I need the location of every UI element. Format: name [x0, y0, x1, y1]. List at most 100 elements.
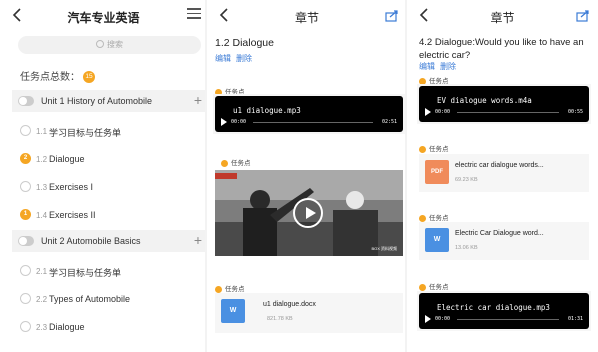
edit-link[interactable]: 编辑 — [215, 54, 231, 63]
status-circle-icon — [20, 181, 31, 192]
add-icon[interactable]: + — [194, 232, 202, 248]
chapter-heading: 1.2 Dialogue — [215, 37, 274, 49]
search-input[interactable]: 搜索 — [18, 36, 201, 54]
section-label: 学习目标与任务单 — [49, 268, 122, 278]
task-point-text: 任务点 — [231, 160, 251, 167]
section-number: 1.3 — [36, 183, 48, 192]
task-point-text: 任务点 — [429, 215, 449, 222]
task-badge-icon: 1 — [20, 209, 31, 220]
delete-link[interactable]: 删除 — [440, 62, 456, 71]
task-point-label: 任务点 — [215, 283, 245, 293]
status-circle-icon — [20, 293, 31, 304]
audio-player[interactable]: EV dialogue words.m4a 00:00 00:55 — [419, 86, 589, 122]
header: 章节 — [207, 0, 407, 32]
file-name: u1 dialogue.docx — [263, 301, 316, 308]
status-circle-icon — [20, 125, 31, 136]
audio-progress-bar[interactable] — [457, 111, 559, 113]
audio-player[interactable]: Electric car dialogue.mp3 00:00 01:31 — [419, 293, 589, 329]
video-watermark: BOX 资料视频 — [371, 246, 397, 251]
unit-row[interactable]: Unit 1 History of Automobile + — [12, 90, 207, 112]
section-row[interactable]: 2.2 Types of Automobile — [12, 286, 207, 314]
task-count-badge: 15 — [83, 71, 95, 84]
file-name: electric car dialogue words... — [455, 162, 544, 169]
play-icon[interactable] — [425, 315, 431, 323]
edit-actions: 编辑 删除 — [419, 61, 461, 72]
section-number: 2.2 — [36, 295, 48, 304]
task-point-label: 任务点 — [419, 143, 449, 153]
section-row[interactable]: 1 1.4 Exercises II — [12, 202, 207, 230]
section-row[interactable]: 1.3 Exercises I — [12, 174, 207, 202]
toggle-icon[interactable] — [18, 96, 34, 106]
section-row[interactable]: 1.1 学习目标与任务单 — [12, 118, 207, 146]
audio-time-end: 01:31 — [567, 316, 583, 322]
task-dot-icon — [419, 145, 426, 153]
share-icon[interactable] — [385, 10, 399, 22]
audio-progress-bar[interactable] — [253, 121, 373, 123]
video-play-icon[interactable] — [293, 198, 323, 228]
audio-time-end: 02:51 — [381, 119, 397, 125]
file-card[interactable]: W Electric Car Dialogue word... 13.06 KB — [419, 222, 589, 260]
play-icon[interactable] — [221, 118, 227, 126]
section-label: Types of Automobile — [49, 294, 131, 304]
section-row[interactable]: 2.3 Dialogue — [12, 314, 207, 342]
task-point-label: 任务点 — [419, 281, 449, 291]
section-row[interactable]: 2.1 学习目标与任务单 — [12, 258, 207, 286]
word-file-icon: W — [221, 299, 245, 323]
section-label: 学习目标与任务单 — [49, 128, 122, 138]
section-number: 2.3 — [36, 323, 48, 332]
task-point-text: 任务点 — [429, 284, 449, 291]
section-number: 1.1 — [36, 127, 48, 136]
task-count-label: 任务点总数： — [20, 72, 80, 83]
menu-icon[interactable] — [187, 8, 201, 20]
task-dot-icon — [215, 285, 222, 293]
file-card[interactable]: PDF electric car dialogue words... 69.23… — [419, 154, 589, 192]
section-row[interactable]: 2 1.2 Dialogue — [12, 146, 207, 174]
task-dot-icon — [221, 159, 228, 167]
chapter-tree: Unit 1 History of Automobile + 1.1 学习目标与… — [12, 90, 207, 342]
status-circle-icon — [20, 321, 31, 332]
file-size: 821.78 KB — [267, 316, 293, 322]
task-point-text: 任务点 — [429, 146, 449, 153]
audio-progress-bar[interactable] — [457, 318, 559, 320]
unit-row[interactable]: Unit 2 Automobile Basics + — [12, 230, 207, 252]
word-file-icon: W — [425, 228, 449, 252]
header: 章节 — [407, 0, 598, 32]
file-card[interactable]: W u1 dialogue.docx 821.78 KB — [215, 293, 403, 333]
unit-label: Unit 2 Automobile Basics — [41, 236, 141, 246]
search-placeholder: 搜索 — [107, 40, 123, 49]
audio-filename: Electric car dialogue.mp3 — [437, 303, 550, 312]
share-icon[interactable] — [576, 10, 590, 22]
task-count: 任务点总数： 15 — [20, 68, 95, 84]
play-icon[interactable] — [425, 108, 431, 116]
task-dot-icon — [419, 283, 426, 291]
audio-time-start: 00:00 — [435, 316, 451, 322]
section-label: Exercises II — [49, 210, 96, 220]
task-point-label: 任务点 — [419, 212, 449, 222]
toggle-icon[interactable] — [18, 236, 34, 246]
video-player[interactable]: BOX 资料视频 — [215, 170, 403, 256]
page-title: 章节 — [490, 11, 515, 25]
task-badge-icon: 2 — [20, 153, 31, 164]
add-icon[interactable]: + — [194, 92, 202, 108]
file-name: Electric Car Dialogue word... — [455, 230, 544, 237]
status-circle-icon — [20, 265, 31, 276]
task-dot-icon — [419, 214, 426, 222]
section-number: 2.1 — [36, 267, 48, 276]
task-point-label: 任务点 — [221, 157, 251, 167]
file-size: 13.06 KB — [455, 245, 478, 251]
chapter-detail-screen-1: 章节 1.2 Dialogue 编辑 删除 任务点 u1 dialogue.mp3… — [207, 0, 407, 352]
pdf-file-icon: PDF — [425, 160, 449, 184]
section-number: 1.2 — [36, 155, 48, 164]
edit-link[interactable]: 编辑 — [419, 62, 435, 71]
search-icon — [96, 40, 104, 48]
header: 汽车专业英语 — [0, 0, 207, 32]
course-chapter-list-screen: 汽车专业英语 搜索 任务点总数： 15 Unit 1 History of Aut… — [0, 0, 207, 352]
section-label: Exercises I — [49, 182, 94, 192]
file-size: 69.23 KB — [455, 177, 478, 183]
delete-link[interactable]: 删除 — [236, 54, 252, 63]
audio-player[interactable]: u1 dialogue.mp3 00:00 02:51 — [215, 96, 403, 132]
page-title: 汽车专业英语 — [67, 11, 140, 25]
audio-time-start: 00:00 — [435, 109, 451, 115]
audio-filename: u1 dialogue.mp3 — [233, 106, 301, 115]
section-number: 1.4 — [36, 211, 48, 220]
